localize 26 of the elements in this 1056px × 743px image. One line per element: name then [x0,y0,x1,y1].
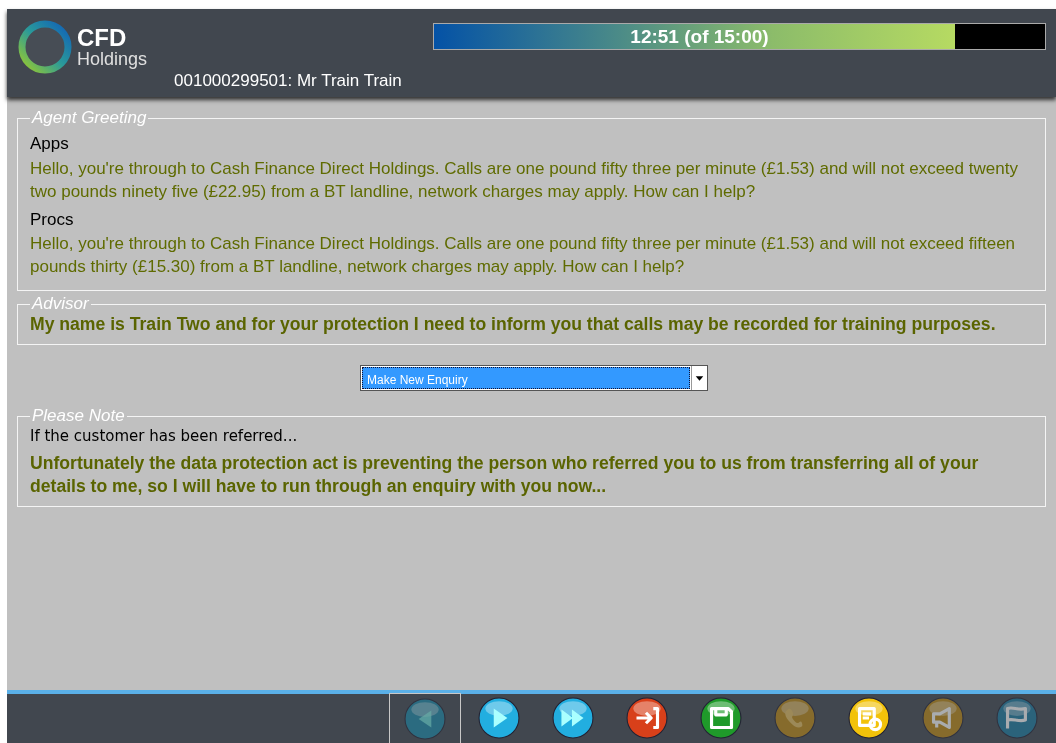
save-icon [700,697,742,739]
customer-label: 001000299501: Mr Train Train [174,70,402,92]
section-legend: Please Note [30,407,127,425]
phone-icon [774,697,816,739]
script-heading: Apps [30,133,70,155]
script-text: Hello, you're through to Cash Finance Direct Holdings. Calls are one pound fifty three per minute (£1.53) and will not exceed fifteen pounds thirty (£15.30) from a BT landline, network charges may apply. How can I help? [30,233,1017,278]
megaphone-icon [922,697,964,739]
forward-icon [552,697,594,739]
note-icon [848,697,890,739]
enquiry-dropdown[interactable]: Make New Enquiry [360,365,708,391]
ring-logo-icon [17,19,73,75]
section-legend: Advisor [30,295,91,313]
timer-text: 12:51 (of 15:00) [629,25,770,49]
script-heading: Procs [30,208,75,231]
back-icon [404,697,446,740]
logo-title: CFD [77,26,128,50]
play-icon [478,697,520,739]
dropdown-value: Make New Enquiry [362,367,690,389]
condition-text: If the customer has been referred... [30,426,299,447]
script-text: Hello, you're through to Cash Finance Direct Holdings. Calls are one pound fifty three per minute (£1.53) and will not exceed twenty two pounds ninety five (£22.95) from a BT landline, network charges may apply. How can I help? [30,157,1019,203]
logo-subtitle: Holdings [77,50,148,68]
exit-icon [626,697,668,739]
section-legend: Agent Greeting [30,109,149,127]
flag-icon [996,697,1038,739]
script-text: Unfortunately the data protection act is preventing the person who referred you to us from transferring all of your details to me, so I will have to run through an enquiry with you now... [30,451,980,498]
script-text: My name is Train Two and for your protection I need to inform you that calls may be recorded for training purposes. [30,313,997,336]
